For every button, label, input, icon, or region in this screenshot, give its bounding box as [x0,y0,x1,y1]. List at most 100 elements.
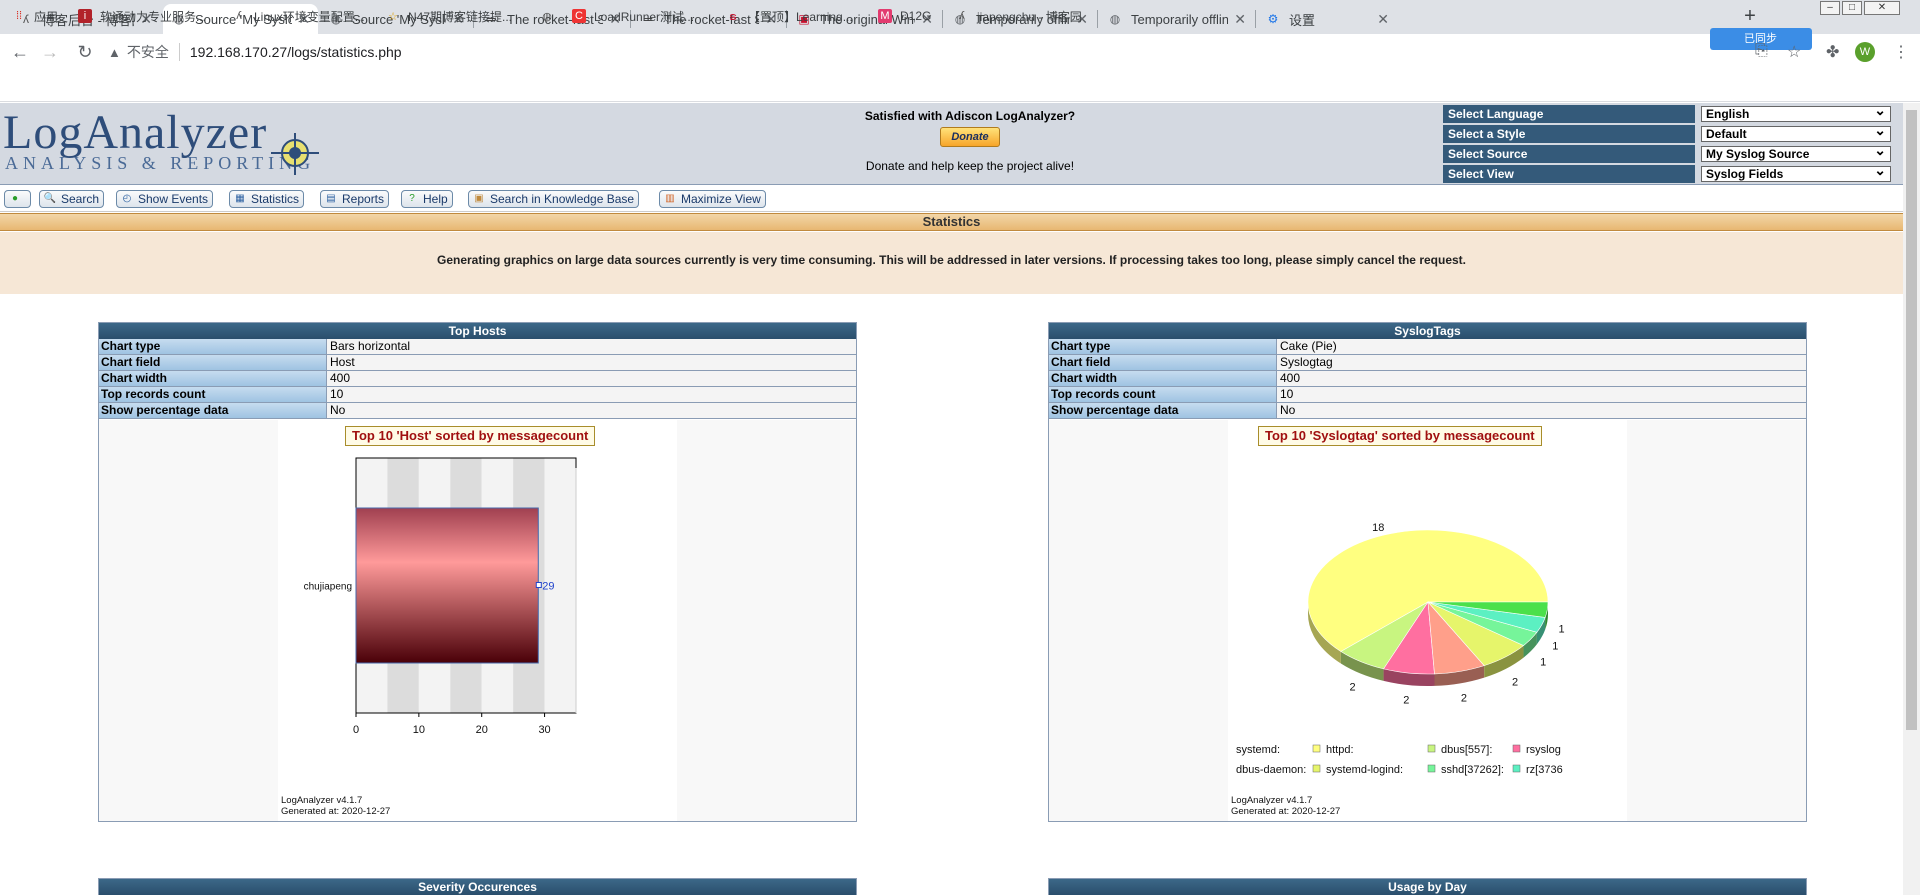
bookmark-item[interactable]: i 软通动力专业服务... [78,7,206,25]
x-tick-label: 20 [476,724,488,736]
x-tick-label: 0 [353,724,359,736]
apps-grid-icon: ⁞⁞ [15,10,23,22]
menu-button[interactable]: ▤ Reports [320,190,390,208]
profile-avatar[interactable]: W [1855,42,1875,62]
top-hosts-title: Top Hosts [99,323,856,339]
selector-row: Select Source My Syslog Source [1443,143,1891,163]
menu-button[interactable]: ● [4,190,31,208]
logo-subtitle: ANALYSIS & REPORTING [5,153,316,173]
legend-swatch [1512,744,1521,753]
legend-label: dbus[557]: [1441,744,1492,756]
setting-row: Chart field Syslogtag [1049,355,1806,371]
setting-row: Chart field Host [99,355,856,371]
globe-icon: ◍ [1109,12,1121,26]
page-scrollbar-thumb[interactable] [1906,110,1917,730]
selector-dropdown[interactable]: Default [1701,123,1891,142]
bookmark-label: 应用 [34,9,59,24]
setting-value: 10 [327,387,856,402]
bookmark-item[interactable]: ຣ 【置顶】Learning... [726,7,853,25]
warning-icon: ▲ [108,44,121,60]
bookmark-item[interactable]: ⁞⁞ 应用 [12,7,58,25]
browser-menu-icon[interactable]: ⋮ [1893,42,1909,62]
bookmark-label: 软通动力专业服务... [100,9,207,24]
setting-value: No [327,403,856,418]
bookmark-item[interactable]: ʎ Linux环境变量配置... [232,7,364,25]
bookmark-item[interactable]: ☆ N47期博客链接提... [386,7,512,25]
new-tab-button[interactable]: + [1738,5,1762,29]
browser-tab[interactable]: ⚙ 设置 ✕ [1257,4,1397,34]
menu-button[interactable]: ▦ Statistics [229,190,305,208]
setting-row: Top records count 10 [1049,387,1806,403]
category-label: chujiapeng [304,582,352,593]
bookmark-label: D12G [900,9,932,23]
pie-value-label: 1 [1552,641,1558,653]
generated-label: Generated at: 2020-12-27 [281,806,391,817]
legend-label: sshd[37262]: [1441,764,1504,776]
setting-value: 400 [1277,371,1806,386]
events-icon: ◴ [122,193,132,204]
pie-chart-svg: 1822 22111systemd: httpd: dbus[557]: rsyslog… [1236,522,1565,776]
cnblogs-icon: ʎ [236,10,242,22]
close-icon[interactable]: ✕ [1234,11,1246,28]
swirl-icon: ຣ [729,10,737,23]
cnblogs-icon: ʎ [959,10,965,22]
extensions-icon[interactable]: ✤ [1826,42,1839,62]
kb-icon: ▣ [474,193,484,204]
x-tick-label: 10 [413,724,425,736]
syslog-tags-chart-title: Top 10 'Syslogtag' sorted by messagecoun… [1258,426,1542,446]
address-bar[interactable]: ▲ 不安全 192.168.170.27/logs/statistics.php [108,38,1678,66]
chart-icon: ▦ [235,193,245,204]
menu-label: Reports [342,192,385,206]
setting-value: Bars horizontal [327,339,856,354]
menu-button[interactable]: ◴ Show Events [116,190,214,208]
setting-key: Top records count [99,387,327,402]
gear-icon: ⚙ [1267,12,1279,26]
selector-dropdown[interactable]: Syslog Fields [1701,163,1891,182]
csdn-icon: C [572,9,586,23]
reload-button[interactable]: ↻ [75,42,95,62]
bookmark-star-icon[interactable]: ☆ [1787,42,1801,62]
translate-icon[interactable]: ⎘ [1755,42,1768,60]
setting-key: Chart field [99,355,327,370]
x-tick-label: 30 [538,724,550,736]
browser-tab[interactable]: ◍ Temporarily offline fo ✕ [1099,4,1254,34]
setting-key: Top records count [1049,387,1277,402]
setting-row: Chart type Bars horizontal [99,339,856,355]
close-icon[interactable]: ✕ [1377,11,1389,28]
bookmark-item[interactable]: M D12G [878,7,931,25]
back-button[interactable]: ← [10,42,30,62]
close-window-button[interactable]: ✕ [1864,1,1900,15]
menu-button[interactable]: 🔍 Search [39,190,105,208]
legend-swatch [1312,744,1321,753]
donate-box: Satisfied with Adiscon LogAnalyzer? Dona… [845,109,1095,173]
severity-panel: Severity Occurences [98,878,857,895]
menu-button[interactable]: ▣ Search in Knowledge Base [468,190,640,208]
menu-button[interactable]: ? Help [401,190,453,208]
star-icon: ☆ [388,10,398,23]
bookmark-item[interactable]: C LoadRunner测试... [572,7,694,25]
forward-button[interactable]: → [40,42,60,62]
restore-window-button[interactable]: □ [1842,1,1862,15]
bar [355,507,539,664]
menu-button[interactable]: ▥ Maximize View [659,190,766,208]
loganalyzer-logo[interactable]: LogAnalyzer ANALYSIS & REPORTING [3,106,323,177]
legend-swatch [1427,744,1436,753]
syslog-tags-footer: LogAnalyzer v4.1.7 Generated at: 2020-12… [1231,795,1340,817]
globe-icon: ◍ [542,10,552,23]
donate-subtitle: Donate and help keep the project alive! [865,159,1075,173]
selector-dropdown[interactable]: My Syslog Source [1701,143,1891,162]
bookmark-label: 【置顶】Learning... [748,9,853,24]
legend-label: rsyslog [1526,744,1561,756]
syslog-tags-title: SyslogTags [1049,323,1806,339]
crosshair-icon [271,133,319,175]
selector-label: Select View [1443,165,1695,183]
minimize-window-button[interactable]: – [1820,1,1840,15]
selector-row: Select a Style Default [1443,123,1891,143]
top-hosts-chart: 29 chujiapeng 0 10 20 30 Top 10 'Host' sorted… [278,420,677,821]
bookmark-item[interactable]: ◍ [540,7,562,25]
donate-button[interactable]: Donate [940,127,1000,147]
selector-dropdown[interactable]: English [1701,103,1891,122]
statistics-note: Generating graphics on large data source… [0,232,1903,294]
bookmark-item[interactable]: ʎ jiapengchu - 博客园 [955,7,1081,25]
legend-swatch [1427,764,1436,773]
